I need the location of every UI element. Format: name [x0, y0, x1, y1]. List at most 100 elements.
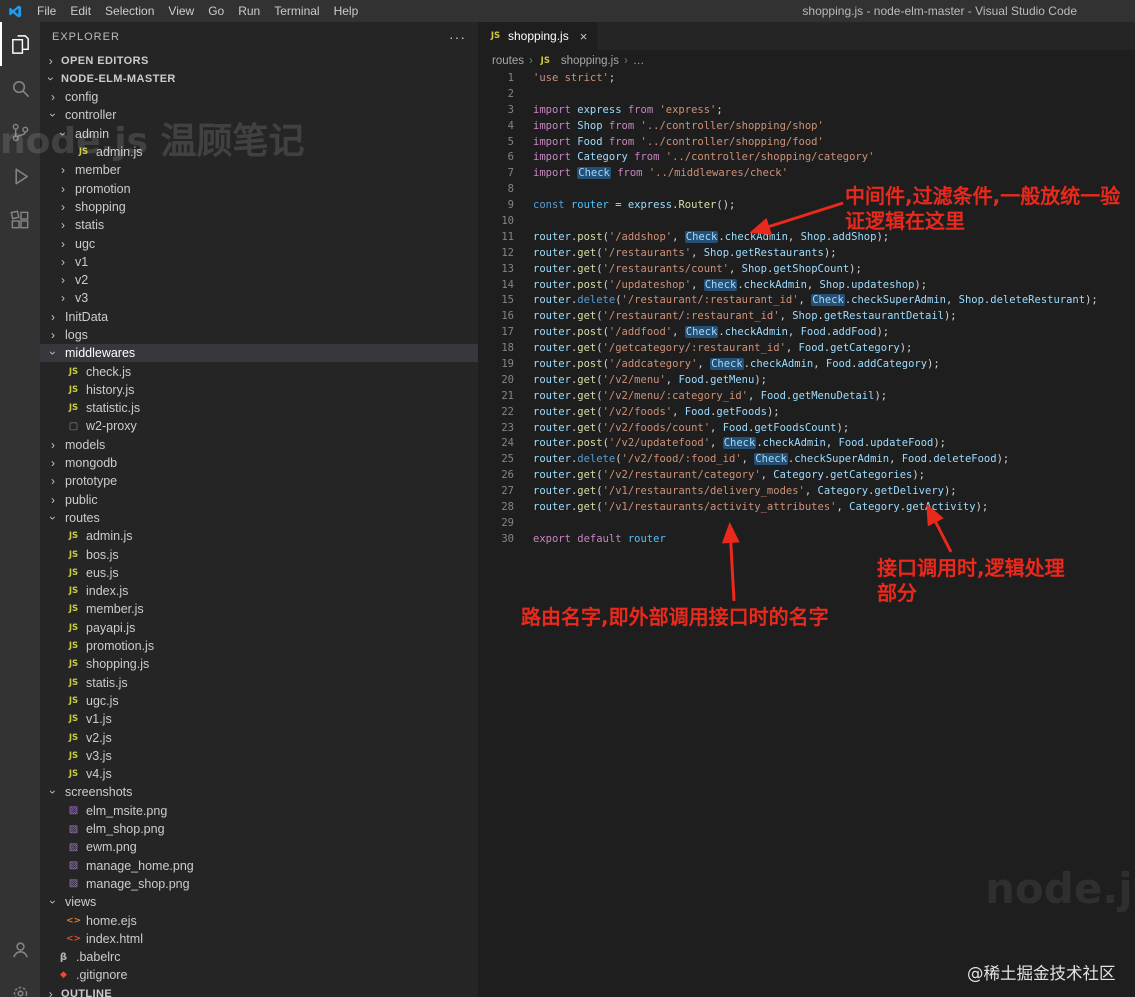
tree-item-member-js[interactable]: JS member.js	[40, 600, 478, 618]
menu-go[interactable]: Go	[201, 4, 231, 18]
tree-item-v3[interactable]: › v3	[40, 289, 478, 307]
tree-item-screenshots[interactable]: › screenshots	[40, 783, 478, 801]
extensions-icon[interactable]	[0, 198, 40, 242]
tree-item-payapi-js[interactable]: JS payapi.js	[40, 619, 478, 637]
code-line-8[interactable]: 8	[478, 182, 1135, 198]
code-line-9[interactable]: 9 const router = express.Router();	[478, 198, 1135, 214]
project-root-section[interactable]: › NODE-ELM-MASTER	[40, 70, 478, 88]
tree-item-home-ejs[interactable]: <> home.ejs	[40, 911, 478, 929]
code-line-19[interactable]: 19 router.post('/addcategory', Check.chec…	[478, 357, 1135, 373]
tree-item-w2-proxy[interactable]: ▢ w2-proxy	[40, 417, 478, 435]
code-line-16[interactable]: 16 router.get('/restaurant/:restaurant_id…	[478, 309, 1135, 325]
tree-item-admin[interactable]: › admin	[40, 125, 478, 143]
tree-item-shopping[interactable]: › shopping	[40, 198, 478, 216]
tree-item-models[interactable]: › models	[40, 436, 478, 454]
menu-edit[interactable]: Edit	[63, 4, 98, 18]
menu-file[interactable]: File	[30, 4, 63, 18]
tree-item-initdata[interactable]: › InitData	[40, 308, 478, 326]
tree-item-manage-shop-png[interactable]: ▨ manage_shop.png	[40, 875, 478, 893]
account-icon[interactable]	[0, 927, 40, 971]
code-line-6[interactable]: 6 import Category from '../controller/sho…	[478, 150, 1135, 166]
settings-gear-icon[interactable]	[0, 971, 40, 997]
code-line-4[interactable]: 4 import Shop from '../controller/shoppin…	[478, 119, 1135, 135]
code-line-15[interactable]: 15 router.delete('/restaurant/:restaurant…	[478, 293, 1135, 309]
breadcrumb-file[interactable]: shopping.js	[561, 55, 619, 67]
code-line-14[interactable]: 14 router.post('/updateshop', Check.check…	[478, 278, 1135, 294]
tree-item-views[interactable]: › views	[40, 893, 478, 911]
code-line-29[interactable]: 29	[478, 516, 1135, 532]
tree-item-routes[interactable]: › routes	[40, 509, 478, 527]
code-line-24[interactable]: 24 router.post('/v2/updatefood', Check.ch…	[478, 436, 1135, 452]
tree-item-v2[interactable]: › v2	[40, 271, 478, 289]
code-line-3[interactable]: 3 import express from 'express';	[478, 103, 1135, 119]
menu-run[interactable]: Run	[231, 4, 267, 18]
tree-item-mongodb[interactable]: › mongodb	[40, 454, 478, 472]
code-line-21[interactable]: 21 router.get('/v2/menu/:category_id', Fo…	[478, 389, 1135, 405]
tree-item-index-html[interactable]: <> index.html	[40, 930, 478, 948]
code-editor[interactable]: 1'use strict'; 2 3 import express from 'exp…	[478, 71, 1135, 997]
menu-view[interactable]: View	[161, 4, 201, 18]
tree-item-shopping-js[interactable]: JS shopping.js	[40, 655, 478, 673]
tree-item-statis-js[interactable]: JS statis.js	[40, 674, 478, 692]
tree-item-public[interactable]: › public	[40, 491, 478, 509]
code-line-12[interactable]: 12 router.get('/restaurants', Shop.getRes…	[478, 246, 1135, 262]
close-tab-icon[interactable]: ×	[580, 29, 588, 44]
tree-item-config[interactable]: › config	[40, 88, 478, 106]
menu-help[interactable]: Help	[327, 4, 366, 18]
code-line-30[interactable]: 30 export default router	[478, 532, 1135, 548]
tree-item-elm-msite-png[interactable]: ▨ elm_msite.png	[40, 802, 478, 820]
code-line-1[interactable]: 1'use strict';	[478, 71, 1135, 87]
tree-item--gitignore[interactable]: ◆ .gitignore	[40, 966, 478, 984]
code-line-20[interactable]: 20 router.get('/v2/menu', Food.getMenu);	[478, 373, 1135, 389]
code-line-7[interactable]: 7 import Check from '../middlewares/check…	[478, 166, 1135, 182]
code-line-23[interactable]: 23 router.get('/v2/foods/count', Food.get…	[478, 421, 1135, 437]
tree-item-v4-js[interactable]: JS v4.js	[40, 765, 478, 783]
explorer-icon[interactable]	[0, 22, 40, 66]
tree-item-elm-shop-png[interactable]: ▨ elm_shop.png	[40, 820, 478, 838]
search-icon[interactable]	[0, 66, 40, 110]
breadcrumb-folder[interactable]: routes	[492, 55, 524, 67]
tree-item-ewm-png[interactable]: ▨ ewm.png	[40, 838, 478, 856]
tree-item-statis[interactable]: › statis	[40, 216, 478, 234]
tree-item-v1[interactable]: › v1	[40, 253, 478, 271]
tree-item-v1-js[interactable]: JS v1.js	[40, 710, 478, 728]
code-line-17[interactable]: 17 router.post('/addfood', Check.checkAdm…	[478, 325, 1135, 341]
tree-item-ugc-js[interactable]: JS ugc.js	[40, 692, 478, 710]
menu-selection[interactable]: Selection	[98, 4, 161, 18]
code-line-2[interactable]: 2	[478, 87, 1135, 103]
code-line-26[interactable]: 26 router.get('/v2/restaurant/category', …	[478, 468, 1135, 484]
tree-item-promotion[interactable]: › promotion	[40, 179, 478, 197]
outline-section[interactable]: › OUTLINE	[40, 985, 478, 997]
tree-item-admin-js[interactable]: JS admin.js	[40, 527, 478, 545]
tree-item-manage-home-png[interactable]: ▨ manage_home.png	[40, 856, 478, 874]
tree-item-middlewares[interactable]: › middlewares	[40, 344, 478, 363]
code-line-13[interactable]: 13 router.get('/restaurants/count', Shop.…	[478, 262, 1135, 278]
tree-item-check-js[interactable]: JS check.js	[40, 362, 478, 380]
source-control-icon[interactable]	[0, 110, 40, 154]
code-line-27[interactable]: 27 router.get('/v1/restaurants/delivery_m…	[478, 484, 1135, 500]
code-line-11[interactable]: 11 router.post('/addshop', Check.checkAdm…	[478, 230, 1135, 246]
tree-item-bos-js[interactable]: JS bos.js	[40, 545, 478, 563]
tree-item-logs[interactable]: › logs	[40, 326, 478, 344]
tree-item-v3-js[interactable]: JS v3.js	[40, 747, 478, 765]
open-editors-section[interactable]: › OPEN EDITORS	[40, 52, 478, 70]
tree-item-controller[interactable]: › controller	[40, 106, 478, 124]
tree-item-ugc[interactable]: › ugc	[40, 234, 478, 252]
code-line-25[interactable]: 25 router.delete('/v2/food/:food_id', Che…	[478, 452, 1135, 468]
explorer-actions-icon[interactable]: ···	[449, 29, 466, 45]
tree-item-admin-js[interactable]: JS admin.js	[40, 143, 478, 161]
tree-item-promotion-js[interactable]: JS promotion.js	[40, 637, 478, 655]
tab-shopping-js[interactable]: JS shopping.js ×	[478, 22, 598, 50]
tree-item-eus-js[interactable]: JS eus.js	[40, 564, 478, 582]
menu-terminal[interactable]: Terminal	[267, 4, 326, 18]
tree-item--babelrc[interactable]: β .babelrc	[40, 948, 478, 966]
tree-item-statistic-js[interactable]: JS statistic.js	[40, 399, 478, 417]
code-line-22[interactable]: 22 router.get('/v2/foods', Food.getFoods)…	[478, 405, 1135, 421]
tree-item-history-js[interactable]: JS history.js	[40, 381, 478, 399]
code-line-5[interactable]: 5 import Food from '../controller/shoppin…	[478, 135, 1135, 151]
tree-item-member[interactable]: › member	[40, 161, 478, 179]
code-line-28[interactable]: 28 router.get('/v1/restaurants/activity_a…	[478, 500, 1135, 516]
tree-item-prototype[interactable]: › prototype	[40, 472, 478, 490]
tree-item-index-js[interactable]: JS index.js	[40, 582, 478, 600]
code-line-10[interactable]: 10	[478, 214, 1135, 230]
